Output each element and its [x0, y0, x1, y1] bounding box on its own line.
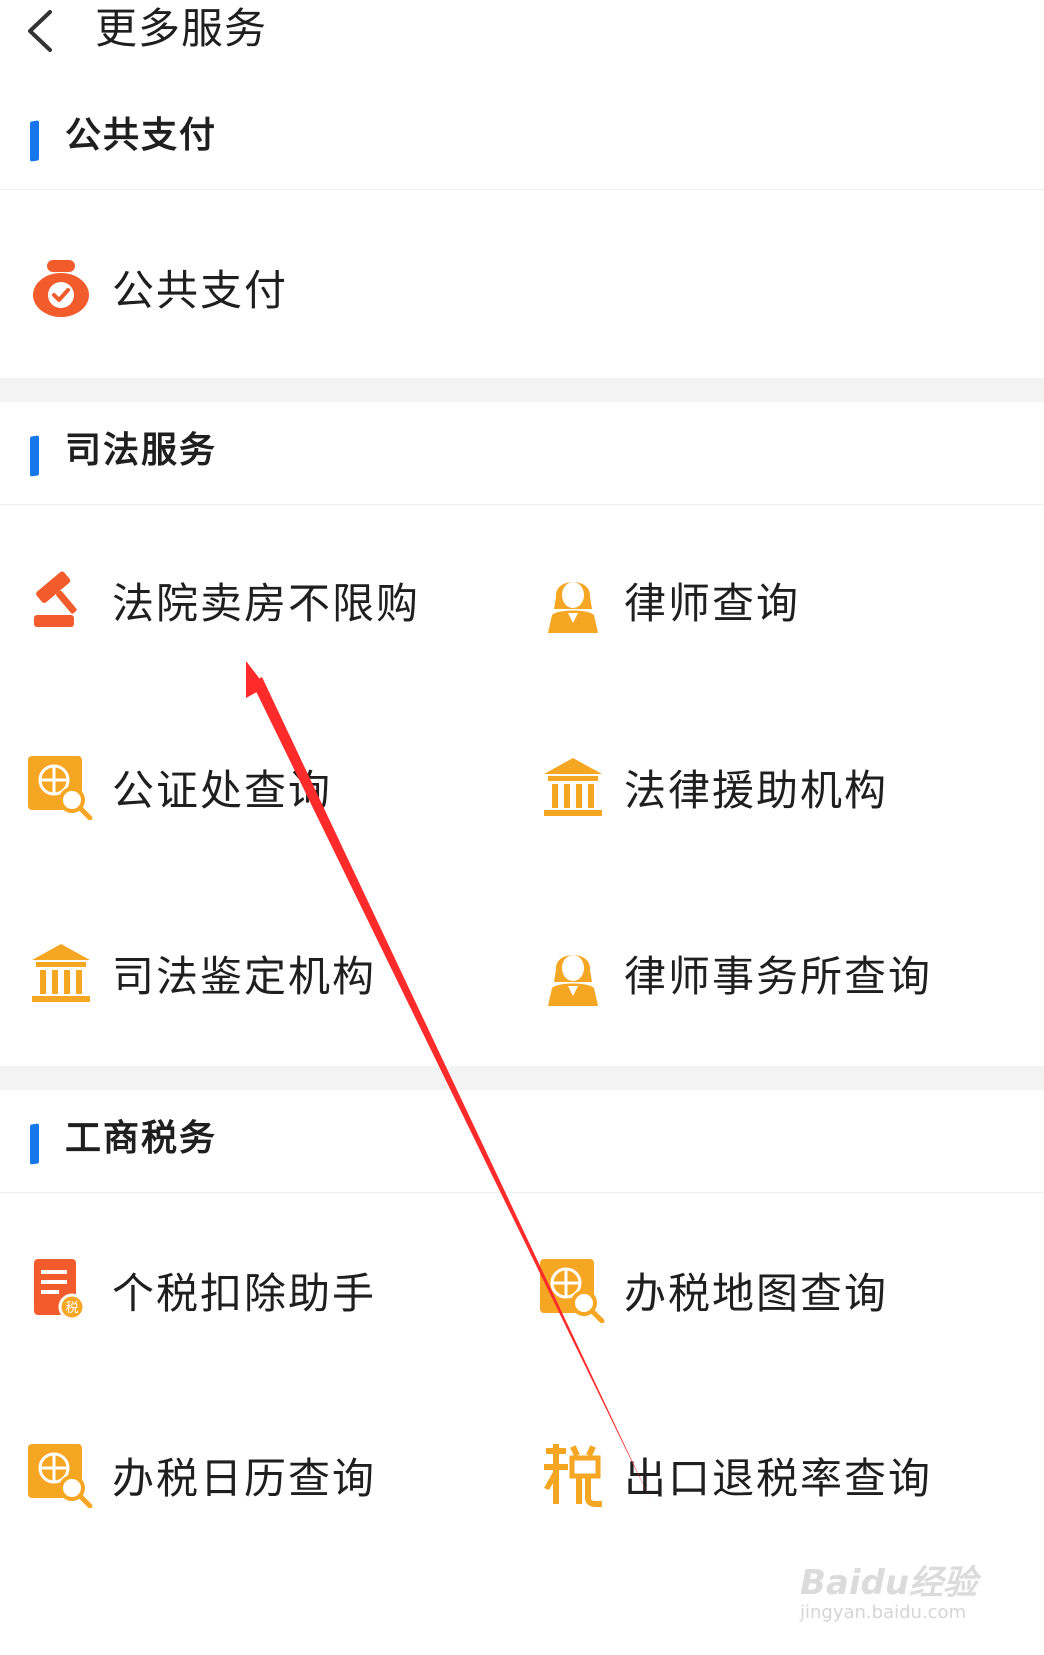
- service-item-tax-deduction-assistant[interactable]: 税 个税扣除助手: [28, 1245, 376, 1335]
- svg-text:税: 税: [65, 1301, 78, 1316]
- service-label: 个税扣除助手: [112, 1268, 377, 1318]
- service-item-legal-aid[interactable]: 法律援助机构: [540, 742, 888, 832]
- institution-icon: [544, 758, 602, 816]
- service-item-forensic-institution[interactable]: 司法鉴定机构: [28, 928, 376, 1018]
- service-label: 办税日历查询: [112, 1453, 377, 1503]
- service-item-notary-search[interactable]: 公证处查询: [28, 742, 332, 832]
- top-nav-bar: 更多服务: [0, 0, 1044, 89]
- service-label: 办税地图查询: [624, 1268, 889, 1318]
- service-item-export-rebate-rate[interactable]: 出口退税率查询: [540, 1430, 932, 1520]
- lawyer-icon: [548, 582, 598, 633]
- service-item-court-house-sale[interactable]: 法院卖房不限购: [28, 555, 420, 645]
- institution-icon: [32, 944, 90, 1002]
- section-divider: [0, 378, 1044, 402]
- watermark-brand: Baidu经验: [800, 1563, 978, 1603]
- globe-search-icon: [540, 1259, 605, 1323]
- page-title: 更多服务: [95, 4, 268, 53]
- section-title: 工商税务: [65, 1118, 218, 1159]
- tax-character-icon: [544, 1444, 602, 1507]
- service-item-tax-map-search[interactable]: 办税地图查询: [540, 1245, 888, 1335]
- section-header-public-payment: 公共支付: [0, 87, 1044, 190]
- lawyer-icon: [548, 955, 598, 1006]
- tax-document-icon: 税: [34, 1259, 86, 1321]
- service-label: 律师查询: [624, 578, 801, 628]
- service-label: 出口退税率查询: [624, 1453, 933, 1503]
- section-title: 司法服务: [65, 430, 218, 471]
- chevron-left-icon[interactable]: [22, 6, 62, 56]
- section-accent-bar: [30, 120, 39, 162]
- service-label: 司法鉴定机构: [112, 951, 377, 1001]
- service-item-lawyer-search[interactable]: 律师查询: [540, 555, 800, 645]
- service-label: 公共支付: [112, 265, 289, 315]
- service-item-tax-calendar-search[interactable]: 办税日历查询: [28, 1430, 376, 1520]
- section-accent-bar: [30, 1123, 39, 1165]
- service-label: 公证处查询: [112, 765, 333, 815]
- section-divider: [0, 1066, 1044, 1090]
- gavel-icon: [34, 571, 77, 627]
- service-label: 律师事务所查询: [624, 951, 933, 1001]
- watermark-url: jingyan.baidu.com: [800, 1602, 967, 1623]
- service-label: 法律援助机构: [624, 765, 889, 815]
- section-header-judicial: 司法服务: [0, 402, 1044, 505]
- service-item-public-payment[interactable]: 公共支付: [28, 242, 288, 332]
- globe-search-icon: [28, 756, 93, 820]
- section-title: 公共支付: [65, 115, 218, 156]
- service-label: 法院卖房不限购: [112, 578, 421, 628]
- payment-bag-icon: [33, 260, 89, 317]
- section-header-business-tax: 工商税务: [0, 1090, 1044, 1193]
- section-accent-bar: [30, 435, 39, 477]
- globe-search-icon: [28, 1444, 93, 1508]
- service-item-law-firm-search[interactable]: 律师事务所查询: [540, 928, 932, 1018]
